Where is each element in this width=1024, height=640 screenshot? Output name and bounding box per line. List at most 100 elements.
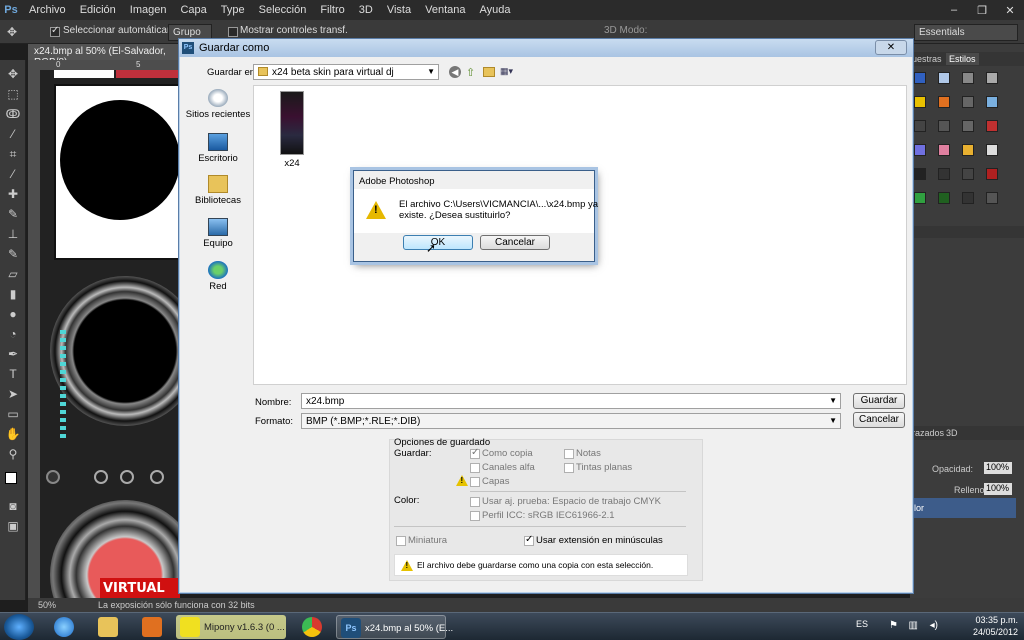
file-thumbnail[interactable] [280,91,304,155]
workspace-dropdown[interactable]: Essentials [914,24,1018,41]
crop-icon[interactable]: ⌗ [5,146,21,162]
zoom-icon[interactable]: ⚲ [5,446,21,462]
path-select-icon[interactable]: ➤ [5,386,21,402]
style-swatch[interactable] [962,96,974,108]
menu-edicion[interactable]: Edición [73,4,123,16]
document-tab[interactable]: x24.bmp al 50% (El-Salvador, RGB/8) [28,44,188,68]
tab-muestras[interactable]: uestras [912,54,942,64]
layer-row-selected[interactable]: lor [910,498,1016,518]
lasso-icon[interactable]: ↂ [5,106,21,122]
place-desktop[interactable]: Escritorio [183,133,253,164]
eyedropper-icon[interactable]: ⁄ [5,166,21,182]
foreground-color-swatch[interactable] [5,472,17,484]
menu-seleccion[interactable]: Selección [252,4,314,16]
opacity-field[interactable]: 100% [984,462,1012,474]
marquee-icon[interactable]: ⬚ [5,86,21,102]
menu-3d[interactable]: 3D [352,4,380,16]
healing-icon[interactable]: ✚ [5,186,21,202]
menu-archivo[interactable]: Archivo [22,4,73,16]
clock-time[interactable]: 03:35 p.m. [946,615,1018,625]
style-swatch[interactable] [914,96,926,108]
zoom-level[interactable]: 50% [38,600,56,610]
start-button[interactable] [4,614,34,640]
quick-mask-icon[interactable]: ◙ [5,498,21,514]
tab-3d[interactable]: 3D [946,428,958,438]
save-dialog-close-button[interactable]: ✕ [875,40,907,55]
save-button[interactable]: Guardar [853,393,905,409]
menu-filtro[interactable]: Filtro [313,4,351,16]
eraser-icon[interactable]: ▱ [5,266,21,282]
style-swatch[interactable] [914,72,926,84]
pen-icon[interactable]: ✒ [5,346,21,362]
magic-wand-icon[interactable]: ⁄ [5,126,21,142]
style-swatch[interactable] [986,192,998,204]
style-swatch[interactable] [914,144,926,156]
view-menu-icon[interactable]: ▦▾ [500,66,518,78]
style-swatch[interactable] [986,144,998,156]
dodge-icon[interactable]: ◔ [5,326,21,342]
transform-controls-checkbox[interactable] [228,27,238,37]
close-icon[interactable]: ✕ [996,0,1024,20]
maximize-icon[interactable]: ❐ [968,0,996,20]
taskbar-chrome[interactable] [292,615,332,639]
style-swatch[interactable] [914,192,926,204]
style-swatch[interactable] [986,72,998,84]
type-icon[interactable]: T [5,366,21,382]
up-folder-icon[interactable]: ⇧ [466,66,475,79]
taskbar-photoshop[interactable]: Ps x24.bmp al 50% (E... [336,615,453,639]
place-recent[interactable]: Sitios recientes [183,89,253,120]
screen-mode-icon[interactable]: ▣ [5,518,21,534]
tab-estilos[interactable]: Estilos [946,53,979,65]
file-name-field[interactable]: x24.bmp ▼ [301,393,841,409]
stamp-icon[interactable]: ⊥ [5,226,21,242]
style-swatch[interactable] [938,96,950,108]
move-icon[interactable]: ✥ [5,66,21,82]
document-canvas[interactable]: VIRTUAL [40,70,180,600]
volume-icon[interactable]: ◂) [930,620,938,631]
style-swatch[interactable] [962,168,974,180]
style-swatch[interactable] [938,168,950,180]
save-dialog-titlebar[interactable]: Ps Guardar como ✕ [179,39,913,57]
back-icon[interactable]: ◀ [449,66,461,78]
style-swatch[interactable] [938,120,950,132]
style-swatch[interactable] [962,192,974,204]
menu-imagen[interactable]: Imagen [123,4,174,16]
language-indicator[interactable]: ES [856,619,868,629]
taskbar-media-player[interactable] [132,615,172,639]
style-swatch[interactable] [962,144,974,156]
flag-icon[interactable]: ⚑ [889,620,898,631]
place-libraries[interactable]: Bibliotecas [183,175,253,206]
fill-field[interactable]: 100% [984,483,1012,495]
style-swatch[interactable] [938,72,950,84]
blur-icon[interactable]: ● [5,306,21,322]
menu-capa[interactable]: Capa [173,4,213,16]
format-dropdown[interactable]: BMP (*.BMP;*.RLE;*.DIB) ▼ [301,413,841,429]
menu-ayuda[interactable]: Ayuda [472,4,517,16]
style-swatch[interactable] [914,120,926,132]
menu-ventana[interactable]: Ventana [418,4,472,16]
taskbar-explorer[interactable] [88,615,128,639]
cancel-button[interactable]: Cancelar [853,412,905,428]
capas-checkbox[interactable] [470,477,480,487]
alert-cancel-button[interactable]: Cancelar [480,235,550,250]
hand-icon[interactable]: ✋ [5,426,21,442]
move-tool-icon[interactable]: ✥ [4,24,20,40]
menu-type[interactable]: Type [214,4,252,16]
style-swatch[interactable] [986,168,998,180]
taskbar-mipony[interactable]: Mipony v1.6.3 (0 ... [176,615,286,639]
tab-trazados[interactable]: razados [912,428,944,438]
history-brush-icon[interactable]: ✎ [5,246,21,262]
place-computer[interactable]: Equipo [183,218,253,249]
network-icon[interactable]: ▥ [909,620,918,631]
auto-select-checkbox[interactable] [50,25,60,37]
style-swatch[interactable] [962,72,974,84]
style-swatch[interactable] [962,120,974,132]
style-swatch[interactable] [986,96,998,108]
save-in-dropdown[interactable]: x24 beta skin para virtual dj ▼ [253,64,439,80]
menu-vista[interactable]: Vista [380,4,418,16]
gradient-icon[interactable]: ▮ [5,286,21,302]
style-swatch[interactable] [986,120,998,132]
minimize-icon[interactable]: – [940,0,968,20]
usar-extension-checkbox[interactable] [524,534,534,546]
taskbar-ie[interactable] [44,615,84,639]
